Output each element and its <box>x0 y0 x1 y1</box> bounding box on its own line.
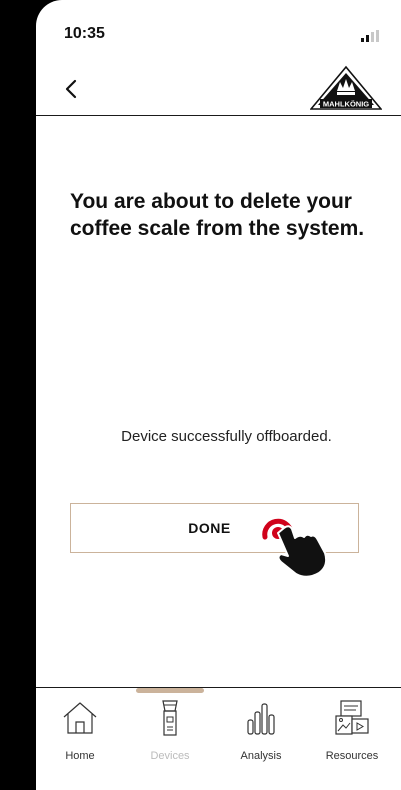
tab-bar: Home Devices Analysis Resources <box>36 687 401 790</box>
tab-analysis-label: Analysis <box>240 750 282 762</box>
app-screen: 10:35 MAHLKÖNIG You are about to delete … <box>36 0 401 790</box>
tab-home-label: Home <box>65 750 95 762</box>
tab-home[interactable]: Home <box>40 700 120 766</box>
svg-text:MAHLKÖNIG: MAHLKÖNIG <box>323 100 369 109</box>
page-headline: You are about to delete your coffee scal… <box>70 190 365 240</box>
done-button[interactable]: DONE <box>70 503 359 553</box>
tab-devices-label: Devices <box>150 750 190 762</box>
resources-icon <box>335 700 369 735</box>
status-bar: 10:35 <box>36 0 401 60</box>
status-time: 10:35 <box>64 25 105 42</box>
active-tab-indicator <box>136 688 204 693</box>
grinder-icon <box>162 700 178 736</box>
tab-resources[interactable]: Resources <box>312 700 392 766</box>
chevron-left-icon <box>65 79 77 99</box>
done-button-label: DONE <box>188 520 231 536</box>
mahlkoenig-logo: MAHLKÖNIG <box>310 65 382 110</box>
home-icon <box>63 702 97 734</box>
tab-devices[interactable]: Devices <box>130 700 210 766</box>
tab-resources-label: Resources <box>325 750 379 762</box>
nav-bar: MAHLKÖNIG <box>36 60 401 116</box>
tab-analysis[interactable]: Analysis <box>221 700 301 766</box>
offboard-status-message: Device successfully offboarded. <box>121 428 332 445</box>
back-button[interactable] <box>56 74 86 104</box>
bar-chart-icon <box>247 703 275 735</box>
signal-icon <box>361 30 379 42</box>
